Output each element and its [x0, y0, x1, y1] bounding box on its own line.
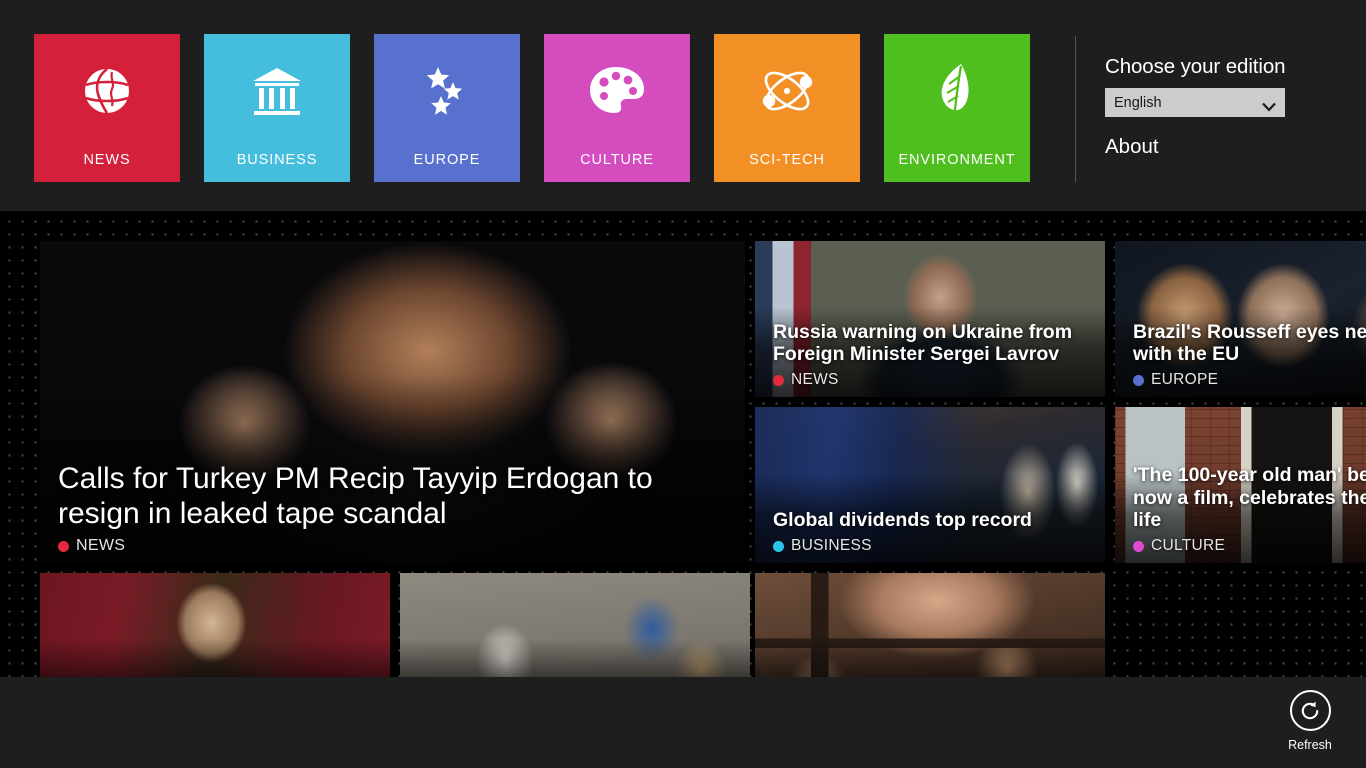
app-bar: Refresh: [0, 677, 1366, 768]
category-tile-culture[interactable]: CULTURE: [544, 34, 690, 182]
article-card-bottom-3[interactable]: Miraculous rescue of Chilean miners turn…: [755, 573, 1105, 677]
article-category: NEWS: [58, 537, 729, 555]
article-title: Russia warning on Ukraine from Foreign M…: [773, 320, 1073, 366]
article-text: Global dividends top record BUSINESS: [755, 509, 1105, 563]
category-dot: [773, 374, 784, 386]
article-scrim: [400, 638, 750, 677]
edition-title: Choose your edition: [1105, 55, 1286, 78]
article-text: Brazil's Rousseff eyes new link with the…: [1115, 321, 1366, 397]
refresh-icon: [1289, 690, 1331, 731]
article-title: Brazil's Rousseff eyes new link with the…: [1133, 320, 1366, 366]
article-card-right-bottom[interactable]: 'The 100-year old man' bestseller, now a…: [1115, 407, 1366, 563]
category-tile-label: EUROPE: [413, 152, 481, 168]
category-tile-label: SCI-TECH: [749, 152, 825, 168]
category-label: EUROPE: [1151, 371, 1219, 388]
article-category: BUSINESS: [773, 537, 1089, 555]
leaf-icon: [884, 60, 1030, 122]
atom-icon: [714, 60, 860, 122]
category-dot: [1133, 374, 1144, 386]
category-tile-sci-tech[interactable]: SCI-TECH: [714, 34, 860, 182]
article-title: Global dividends top record: [773, 509, 1032, 532]
category-dot: [58, 540, 69, 552]
category-tile-label: NEWS: [83, 152, 131, 168]
article-title: 'The 100-year old man' bestseller, now a…: [1133, 464, 1366, 532]
category-dot: [1133, 540, 1144, 552]
category-label: BUSINESS: [791, 537, 872, 554]
category-tile-news[interactable]: NEWS: [34, 34, 180, 182]
stars-icon: [374, 60, 520, 122]
header-divider: [1075, 36, 1076, 182]
article-card-hero[interactable]: Calls for Turkey PM Recip Tayyip Erdogan…: [40, 241, 745, 563]
category-tile-strip: NEWS BUSINESS EUROPE CULTURE SCI-TECH EN…: [34, 34, 1030, 182]
article-card-bottom-1[interactable]: Ukraine leader Turchynov warns of 'dange…: [40, 573, 390, 677]
article-category: CULTURE: [1133, 537, 1366, 555]
article-title: Calls for Turkey PM Recip Tayyip Erdogan…: [58, 462, 653, 531]
category-label: NEWS: [76, 537, 126, 554]
app-header: NEWS BUSINESS EUROPE CULTURE SCI-TECH EN…: [0, 0, 1366, 211]
bank-icon: [204, 60, 350, 122]
category-tile-business[interactable]: BUSINESS: [204, 34, 350, 182]
article-card-mid-bottom[interactable]: Global dividends top record BUSINESS: [755, 407, 1105, 563]
category-tile-label: ENVIRONMENT: [898, 152, 1016, 168]
category-label: CULTURE: [1151, 537, 1226, 554]
category-tile-europe[interactable]: EUROPE: [374, 34, 520, 182]
chevron-down-icon: [1262, 98, 1276, 112]
article-scrim: [755, 638, 1105, 677]
article-text: Calls for Turkey PM Recip Tayyip Erdogan…: [40, 462, 745, 563]
category-tile-environment[interactable]: ENVIRONMENT: [884, 34, 1030, 182]
app-root: NEWS BUSINESS EUROPE CULTURE SCI-TECH EN…: [0, 0, 1366, 768]
category-dot: [773, 540, 784, 552]
category-tile-label: BUSINESS: [236, 152, 318, 168]
content-area: Calls for Turkey PM Recip Tayyip Erdogan…: [0, 211, 1366, 677]
category-tile-label: CULTURE: [580, 152, 654, 168]
edition-panel: Choose your edition English About: [1105, 55, 1355, 159]
article-category: NEWS: [773, 371, 1089, 389]
about-link[interactable]: About: [1105, 135, 1159, 159]
palette-icon: [544, 60, 690, 122]
article-scrim: [40, 638, 390, 677]
article-category: EUROPE: [1133, 371, 1366, 389]
edition-select-value: English: [1114, 94, 1162, 111]
article-card-bottom-2[interactable]: Venezuela: demonstrators block main road…: [400, 573, 750, 677]
article-text: Russia warning on Ukraine from Foreign M…: [755, 321, 1105, 397]
refresh-button[interactable]: Refresh: [1275, 690, 1345, 752]
article-text: 'The 100-year old man' bestseller, now a…: [1115, 464, 1366, 563]
category-label: NEWS: [791, 371, 839, 388]
article-card-mid-top[interactable]: Russia warning on Ukraine from Foreign M…: [755, 241, 1105, 397]
article-card-right-top[interactable]: Brazil's Rousseff eyes new link with the…: [1115, 241, 1366, 397]
globe-icon: [34, 60, 180, 122]
edition-select[interactable]: English: [1105, 88, 1285, 117]
refresh-label: Refresh: [1288, 738, 1332, 752]
